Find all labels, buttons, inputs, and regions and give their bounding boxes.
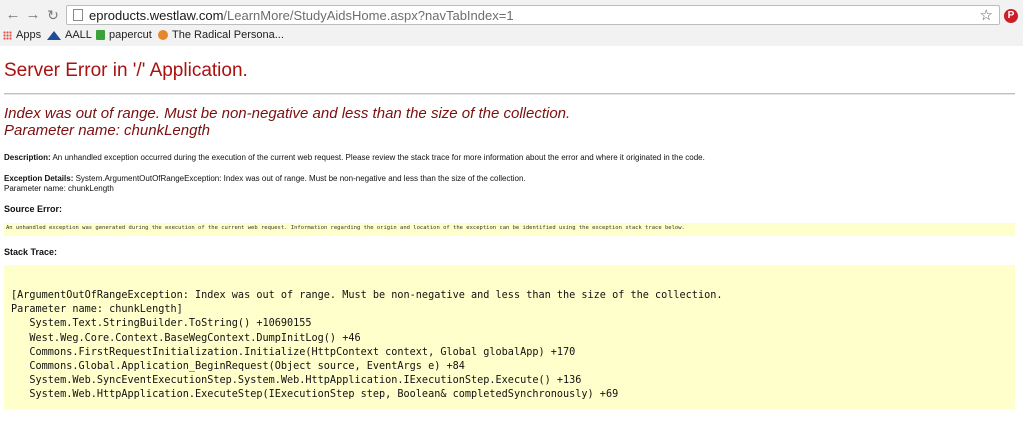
- error-message: Index was out of range. Must be non-nega…: [4, 105, 570, 139]
- stack-trace: [ArgumentOutOfRangeException: Index was …: [11, 289, 722, 403]
- stack-trace-line: West.Weg.Core.Context.BaseWegContext.Dum…: [11, 332, 361, 344]
- bookmark-aall[interactable]: AALL: [47, 29, 92, 41]
- bookmark-papercut[interactable]: papercut: [96, 29, 152, 41]
- forward-icon[interactable]: →: [24, 6, 42, 24]
- page-title: Server Error in '/' Application.: [4, 60, 248, 81]
- bookmark-radical-persona[interactable]: The Radical Persona...: [158, 29, 284, 41]
- error-parameter-line: Parameter name: chunkLength: [4, 122, 210, 139]
- source-error-box: An unhandled exception was generated dur…: [4, 223, 1015, 236]
- address-bar[interactable]: eproducts.westlaw.com/LearnMore/StudyAid…: [66, 5, 1000, 25]
- back-icon[interactable]: ←: [4, 6, 22, 24]
- apps-grid-icon: [3, 30, 12, 40]
- exception-details: Exception Details: System.ArgumentOutOfR…: [4, 174, 526, 194]
- error-message-line: Index was out of range. Must be non-nega…: [4, 105, 571, 122]
- description: Description: An unhandled exception occu…: [4, 153, 705, 163]
- bookmark-label: papercut: [109, 29, 152, 41]
- stack-trace-box: [ArgumentOutOfRangeException: Index was …: [4, 265, 1015, 409]
- url-host: eproducts.westlaw.com: [89, 8, 224, 23]
- stack-trace-line: System.Web.HttpApplication.ExecuteStep(I…: [11, 389, 619, 401]
- reload-icon[interactable]: ↻: [44, 6, 62, 24]
- title-divider: [4, 93, 1015, 95]
- navigation-bar: ← → ↻ eproducts.westlaw.com/LearnMore/St…: [0, 4, 1023, 28]
- source-error-label: Source Error:: [4, 204, 63, 214]
- url-path: /LearnMore/StudyAidsHome.aspx?navTabInde…: [223, 8, 514, 23]
- stack-trace-line: Commons.Global.Application_BeginRequest(…: [11, 361, 465, 373]
- page-icon: [73, 9, 83, 21]
- stack-trace-label: Stack Trace:: [4, 247, 58, 257]
- stack-trace-line: Commons.FirstRequestInitialization.Initi…: [11, 346, 576, 358]
- description-text: An unhandled exception occurred during t…: [52, 153, 705, 162]
- stack-trace-line: System.Web.SyncEventExecutionStep.System…: [11, 375, 582, 387]
- stack-trace-line: Parameter name: chunkLength]: [11, 304, 183, 316]
- stack-trace-line: System.Text.StringBuilder.ToString() +10…: [11, 318, 312, 330]
- papercut-icon: [96, 30, 105, 41]
- stack-trace-line: [ArgumentOutOfRangeException: Index was …: [11, 290, 723, 301]
- bookmark-star-icon[interactable]: ☆: [980, 6, 993, 24]
- bookmark-label: The Radical Persona...: [172, 29, 284, 41]
- description-label: Description:: [4, 153, 51, 162]
- bookmark-label: Apps: [16, 29, 42, 41]
- exception-label: Exception Details:: [4, 174, 74, 183]
- aall-logo-icon: [47, 30, 61, 40]
- bookmarks-bar: Apps AALL papercut The Radical Persona..…: [0, 28, 1023, 45]
- url-text: eproducts.westlaw.com/LearnMore/StudyAid…: [89, 8, 514, 23]
- pinterest-icon[interactable]: P: [1004, 9, 1018, 23]
- exception-text: System.ArgumentOutOfRangeException: Inde…: [75, 174, 526, 183]
- source-error-text: An unhandled exception was generated dur…: [6, 225, 685, 231]
- bookmark-apps[interactable]: Apps: [3, 29, 41, 41]
- page-content: Server Error in '/' Application. Index w…: [0, 46, 1023, 423]
- browser-chrome: ← → ↻ eproducts.westlaw.com/LearnMore/St…: [0, 0, 1023, 47]
- exception-parameter: Parameter name: chunkLength: [4, 184, 114, 193]
- bookmark-label: AALL: [65, 29, 92, 41]
- site-icon: [158, 30, 168, 41]
